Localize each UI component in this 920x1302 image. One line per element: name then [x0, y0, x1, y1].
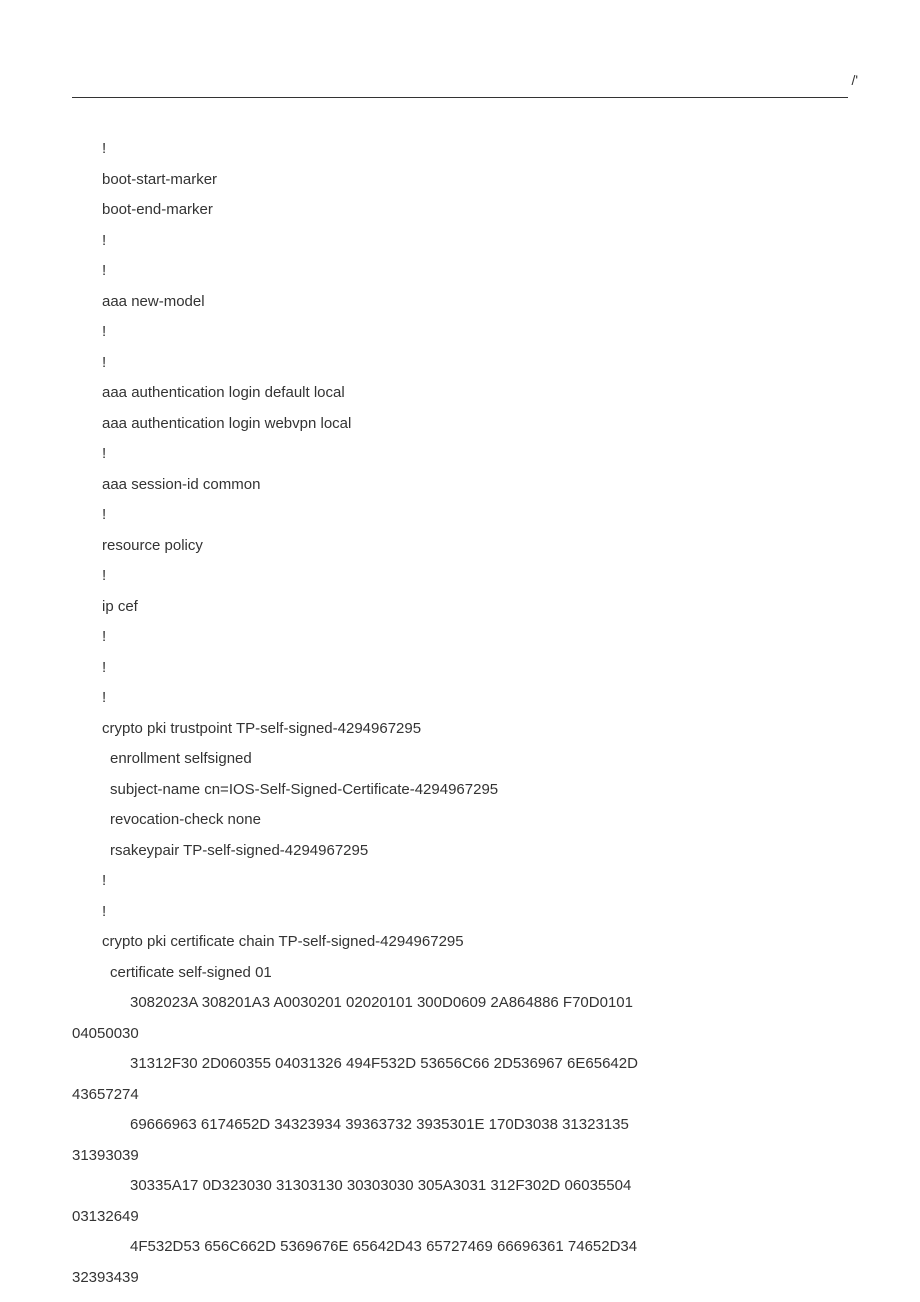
header-mark: /': [851, 72, 858, 88]
config-line: !: [72, 256, 848, 287]
config-line: aaa authentication login webvpn local: [72, 409, 848, 440]
config-line: !: [72, 866, 848, 897]
config-line: !: [72, 683, 848, 714]
config-line: !: [72, 439, 848, 470]
config-line: crypto pki certificate chain TP-self-sig…: [72, 927, 848, 958]
config-line: !: [72, 348, 848, 379]
config-line: 43657274: [72, 1080, 848, 1111]
config-line: ip cef: [72, 592, 848, 623]
config-line: !: [72, 653, 848, 684]
config-line: 03132649: [72, 1202, 848, 1233]
config-line: crypto pki trustpoint TP-self-signed-429…: [72, 714, 848, 745]
config-line: aaa session-id common: [72, 470, 848, 501]
config-line: !: [72, 897, 848, 928]
config-line: subject-name cn=IOS-Self-Signed-Certific…: [72, 775, 848, 806]
config-line: 69666963 6174652D 34323934 39363732 3935…: [72, 1110, 848, 1141]
config-line: enrollment selfsigned: [72, 744, 848, 775]
config-line: 32393439: [72, 1263, 848, 1294]
document-content: !boot-start-markerboot-end-marker!!aaa n…: [72, 134, 848, 1293]
config-line: !: [72, 134, 848, 165]
config-line: aaa new-model: [72, 287, 848, 318]
config-line: 4F532D53 656C662D 5369676E 65642D43 6572…: [72, 1232, 848, 1263]
config-line: 30335A17 0D323030 31303130 30303030 305A…: [72, 1171, 848, 1202]
config-line: 3082023A 308201A3 A0030201 02020101 300D…: [72, 988, 848, 1019]
config-line: boot-start-marker: [72, 165, 848, 196]
config-line: !: [72, 317, 848, 348]
config-line: revocation-check none: [72, 805, 848, 836]
config-line: !: [72, 561, 848, 592]
config-line: boot-end-marker: [72, 195, 848, 226]
config-line: certificate self-signed 01: [72, 958, 848, 989]
config-line: resource policy: [72, 531, 848, 562]
config-line: 31312F30 2D060355 04031326 494F532D 5365…: [72, 1049, 848, 1080]
document-page: /' !boot-start-markerboot-end-marker!!aa…: [0, 0, 920, 1293]
config-line: !: [72, 500, 848, 531]
config-line: aaa authentication login default local: [72, 378, 848, 409]
page-header: /': [72, 72, 848, 98]
config-line: !: [72, 226, 848, 257]
config-line: 04050030: [72, 1019, 848, 1050]
header-rule: [72, 97, 848, 98]
config-line: 31393039: [72, 1141, 848, 1172]
config-line: rsakeypair TP-self-signed-4294967295: [72, 836, 848, 867]
config-line: !: [72, 622, 848, 653]
